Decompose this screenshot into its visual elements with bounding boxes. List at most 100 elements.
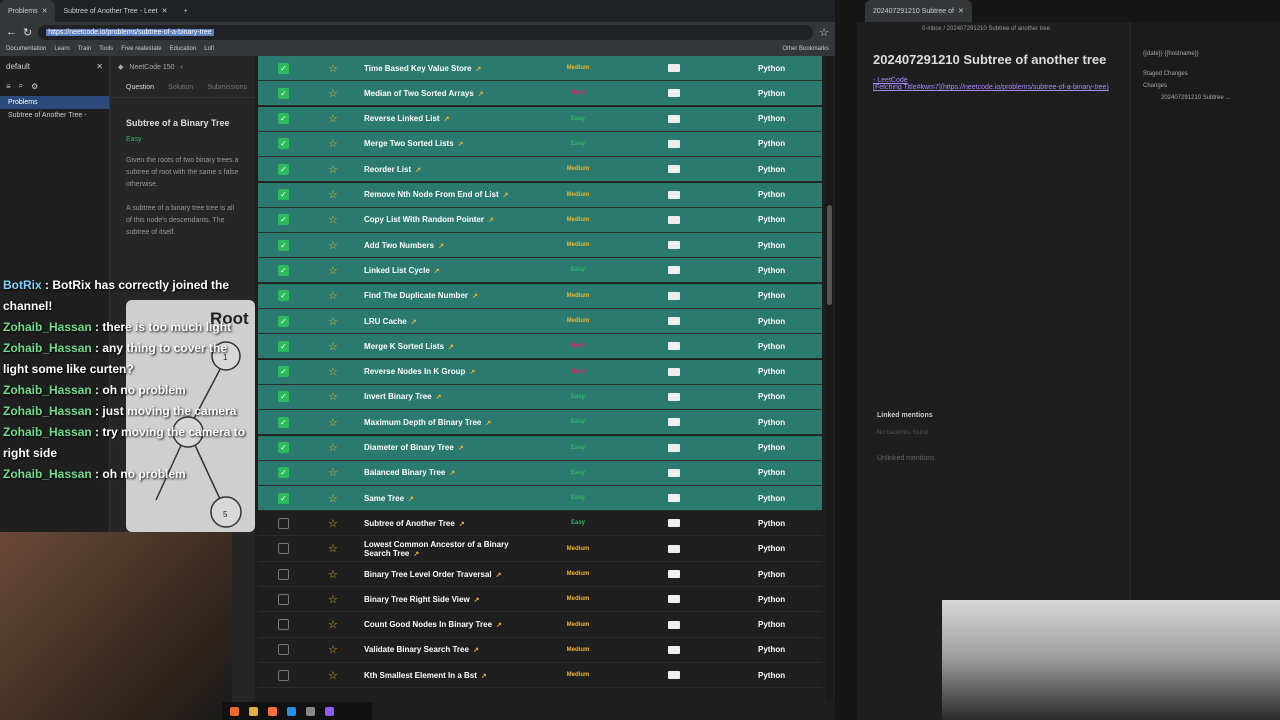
problem-name-link[interactable]: Find The Duplicate Number ↗ xyxy=(364,291,534,300)
star-icon[interactable]: ☆ xyxy=(328,542,338,555)
folder-icon[interactable] xyxy=(249,706,258,716)
completed-checkbox[interactable]: ✓ xyxy=(278,138,289,150)
star-icon[interactable]: ☆ xyxy=(328,593,338,606)
language-label[interactable]: Python xyxy=(758,494,785,503)
language-label[interactable]: Python xyxy=(758,342,785,351)
tab-solution[interactable]: Solution xyxy=(168,84,193,91)
completed-checkbox[interactable]: ✓ xyxy=(278,315,289,327)
bookmark[interactable]: Learn xyxy=(54,46,69,52)
video-icon[interactable] xyxy=(668,418,680,427)
problem-name-link[interactable]: Merge Two Sorted Lists ↗ xyxy=(364,139,534,148)
search-icon[interactable]: ⌕ xyxy=(19,81,23,91)
language-label[interactable]: Python xyxy=(758,317,785,326)
star-icon[interactable]: ☆ xyxy=(328,137,338,150)
problem-name-link[interactable]: Diameter of Binary Tree ↗ xyxy=(364,443,534,452)
language-label[interactable]: Python xyxy=(758,468,785,477)
completed-checkbox[interactable]: ✓ xyxy=(278,189,289,200)
problem-name-link[interactable]: Same Tree ↗ xyxy=(364,494,534,503)
completed-checkbox[interactable] xyxy=(278,517,289,529)
language-label[interactable]: Python xyxy=(758,645,785,654)
external-link-icon[interactable]: ↗ xyxy=(436,394,442,401)
completed-checkbox[interactable] xyxy=(278,669,289,681)
close-icon[interactable]: ✕ xyxy=(96,62,103,71)
completed-checkbox[interactable]: ✓ xyxy=(278,492,289,504)
language-label[interactable]: Python xyxy=(758,64,785,73)
video-icon[interactable] xyxy=(668,367,680,376)
bookmark[interactable]: Documentation xyxy=(6,46,46,52)
problem-row[interactable]: ✓ ☆ Remove Nth Node From End of List ↗ Mediu… xyxy=(258,182,822,208)
language-label[interactable]: Python xyxy=(758,266,785,275)
video-icon[interactable] xyxy=(668,570,680,578)
external-link-icon[interactable]: ↗ xyxy=(485,420,491,427)
problem-row[interactable]: ☆ Count Good Nodes In Binary Tree ↗ Medium P… xyxy=(258,613,822,638)
problem-name-link[interactable]: LRU Cache ↗ xyxy=(364,317,534,326)
url-field[interactable]: https://neetcode.io/problems/subtree-of-… xyxy=(38,24,814,40)
star-icon[interactable]: ☆ xyxy=(328,340,338,353)
star-icon[interactable]: ☆ xyxy=(328,188,338,201)
language-label[interactable]: Python xyxy=(758,443,785,452)
language-label[interactable]: Python xyxy=(758,367,785,376)
external-link-icon[interactable]: ↗ xyxy=(449,470,455,477)
video-icon[interactable] xyxy=(668,595,680,604)
firefox-icon[interactable] xyxy=(268,706,277,716)
problem-row[interactable]: ✓ ☆ Merge K Sorted Lists ↗ Hard Python xyxy=(258,334,822,360)
star-icon[interactable]: ☆ xyxy=(328,87,338,100)
reload-icon[interactable]: ↻ xyxy=(23,26,32,39)
video-icon[interactable] xyxy=(668,645,680,654)
app-icon[interactable] xyxy=(230,706,239,716)
external-link-icon[interactable]: ↗ xyxy=(478,91,484,98)
problem-row[interactable]: ✓ ☆ Median of Two Sorted Arrays ↗ Hard Python xyxy=(258,81,822,107)
video-icon[interactable] xyxy=(668,671,680,680)
video-icon[interactable] xyxy=(668,342,680,351)
video-icon[interactable] xyxy=(668,392,680,401)
problem-name-link[interactable]: Reverse Nodes In K Group ↗ xyxy=(364,367,534,376)
linked-mentions-header[interactable]: Linked mentions xyxy=(877,412,933,419)
problem-name-link[interactable]: Maximum Depth of Binary Tree ↗ xyxy=(364,418,534,427)
problem-name-link[interactable]: Kth Smallest Element In a Bst ↗ xyxy=(364,671,534,680)
scrollbar-thumb[interactable] xyxy=(827,205,832,305)
tab-subtree[interactable]: Subtree of Another Tree - Leet ✕ xyxy=(55,0,175,22)
problem-row[interactable]: ☆ Subtree of Another Tree ↗ Easy Python xyxy=(258,511,822,537)
new-tab-icon[interactable]: + xyxy=(176,0,196,22)
external-link-icon[interactable]: ↗ xyxy=(474,597,480,604)
star-icon[interactable]: ☆ xyxy=(328,289,338,302)
tab-question[interactable]: Question xyxy=(126,84,154,91)
vscode-icon[interactable] xyxy=(287,706,296,716)
star-icon[interactable]: ☆ xyxy=(328,390,338,403)
note-link[interactable]: [Fetching Title#kwm7](https://neetcode.i… xyxy=(857,84,1127,91)
language-label[interactable]: Python xyxy=(758,570,785,579)
star-icon[interactable]: ☆ xyxy=(328,466,338,479)
video-icon[interactable] xyxy=(668,291,680,300)
problem-row[interactable]: ✓ ☆ Maximum Depth of Binary Tree ↗ Easy Pytho… xyxy=(258,410,822,436)
problem-row[interactable]: ✓ ☆ Diameter of Binary Tree ↗ Easy Python xyxy=(258,435,822,461)
problem-row[interactable]: ✓ ☆ Copy List With Random Pointer ↗ Medium Py… xyxy=(258,207,822,233)
completed-checkbox[interactable]: ✓ xyxy=(278,214,289,226)
problem-name-link[interactable]: Add Two Numbers ↗ xyxy=(364,241,534,250)
video-icon[interactable] xyxy=(668,443,680,452)
external-link-icon[interactable]: ↗ xyxy=(434,268,440,275)
star-icon[interactable]: ☆ xyxy=(328,568,338,581)
star-icon[interactable]: ☆ xyxy=(328,213,338,226)
external-link-icon[interactable]: ↗ xyxy=(473,647,479,654)
completed-checkbox[interactable]: ✓ xyxy=(278,366,289,378)
tab-submissions[interactable]: Submissions xyxy=(207,84,247,91)
video-icon[interactable] xyxy=(668,544,680,553)
problem-name-link[interactable]: Median of Two Sorted Arrays ↗ xyxy=(364,89,534,98)
star-icon[interactable]: ☆ xyxy=(328,618,338,631)
bookmark[interactable]: Free realestate xyxy=(121,46,161,52)
language-label[interactable]: Python xyxy=(758,89,785,98)
completed-checkbox[interactable]: ✓ xyxy=(278,239,289,251)
problem-row[interactable]: ✓ ☆ LRU Cache ↗ Medium Python xyxy=(258,309,822,334)
video-icon[interactable] xyxy=(668,468,680,477)
problem-row[interactable]: ✓ ☆ Time Based Key Value Store ↗ Medium Pytho… xyxy=(258,56,822,81)
external-link-icon[interactable]: ↗ xyxy=(408,496,414,503)
video-icon[interactable] xyxy=(668,266,680,275)
star-icon[interactable]: ☆ xyxy=(328,492,338,505)
changes-header[interactable]: Changes xyxy=(1131,80,1280,92)
external-link-icon[interactable]: ↗ xyxy=(458,141,464,148)
problem-name-link[interactable]: Balanced Binary Tree ↗ xyxy=(364,468,534,477)
completed-checkbox[interactable]: ✓ xyxy=(278,340,289,352)
star-icon[interactable]: ☆ xyxy=(328,112,338,125)
problem-name-link[interactable]: Count Good Nodes In Binary Tree ↗ xyxy=(364,620,534,629)
problem-name-link[interactable]: Subtree of Another Tree ↗ xyxy=(364,519,534,528)
